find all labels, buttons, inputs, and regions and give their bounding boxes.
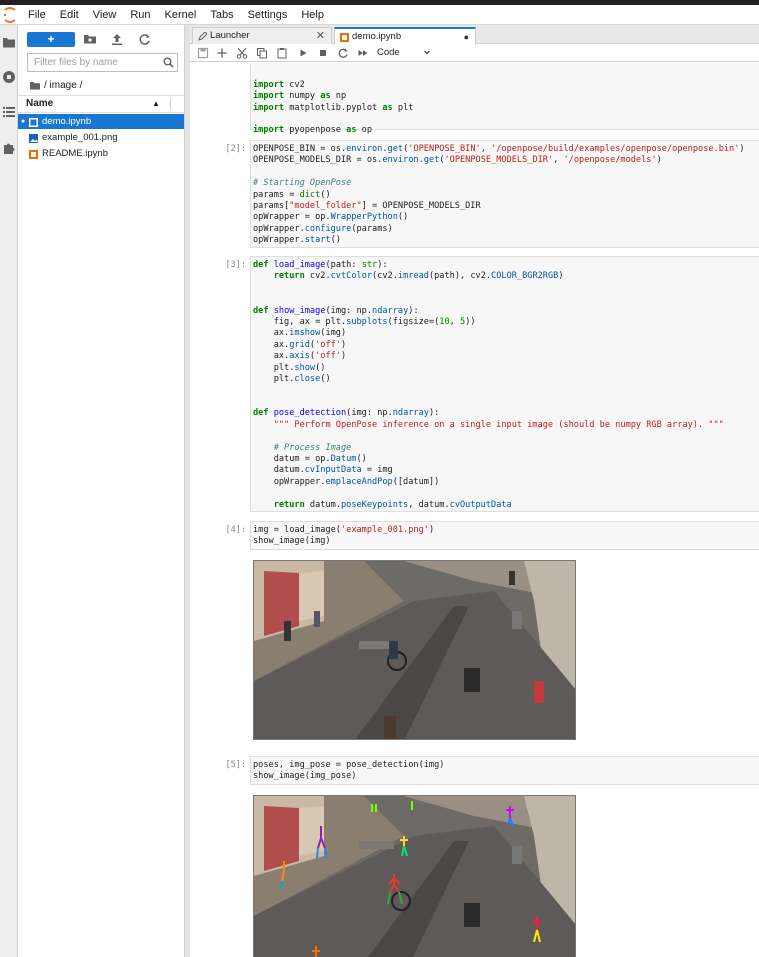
file-row[interactable]: ● demo.ipynb — [18, 114, 184, 129]
restart-icon[interactable] — [337, 47, 349, 59]
search-icon — [163, 57, 174, 68]
tab-launcher[interactable]: Launcher ✕ — [192, 27, 332, 44]
cell-code[interactable]: def load_image(path: str): return cv2.cv… — [251, 257, 759, 514]
code-cell[interactable]: import cv2 import numpy as np import mat… — [250, 63, 759, 135]
menu-help[interactable]: Help — [294, 5, 331, 25]
menu-tabs[interactable]: Tabs — [203, 5, 240, 25]
main-area: Launcher ✕ demo.ipynb ● Code import cv2 … — [190, 25, 759, 957]
running-dot-icon: ● — [21, 118, 26, 125]
jupyter-logo-icon — [2, 6, 18, 24]
notebook-icon — [29, 149, 38, 159]
left-sidebar — [0, 25, 18, 957]
cell-code[interactable]: img = load_image('example_001.png') show… — [251, 522, 759, 551]
cell-type-select[interactable]: Code — [377, 46, 400, 59]
run-icon[interactable] — [297, 47, 309, 59]
toc-icon[interactable] — [2, 105, 16, 119]
paste-icon[interactable] — [276, 47, 288, 59]
menu-view[interactable]: View — [86, 5, 124, 25]
upload-icon[interactable] — [110, 33, 124, 46]
breadcrumb-path[interactable]: / image / — [44, 80, 82, 91]
folder-icon — [30, 81, 40, 89]
sort-arrow-icon: ▲ — [152, 99, 160, 108]
stop-icon[interactable] — [317, 47, 329, 59]
cell-code[interactable]: import cv2 import numpy as np import mat… — [251, 63, 759, 140]
add-cell-icon[interactable] — [216, 47, 228, 59]
new-launcher-button[interactable]: + — [27, 32, 75, 47]
cell-prompt: [5]: — [225, 760, 246, 770]
output-image-pose — [253, 795, 576, 957]
copy-icon[interactable] — [256, 47, 268, 59]
file-browser: + Filter files by name / image / Name ▲ … — [18, 25, 185, 957]
save-icon[interactable] — [197, 47, 209, 59]
code-cell[interactable]: OPENPOSE_BIN = os.environ.get('OPENPOSE_… — [250, 140, 759, 248]
cell-prompt: [4]: — [225, 525, 246, 535]
code-cell[interactable]: img = load_image('example_001.png') show… — [250, 521, 759, 550]
notebook-icon — [29, 117, 38, 127]
menu-run[interactable]: Run — [123, 5, 157, 25]
tab-demo-notebook[interactable]: demo.ipynb ● — [334, 27, 476, 45]
notebook-toolbar: Code — [190, 44, 759, 62]
breadcrumb[interactable]: / image / — [30, 78, 82, 92]
file-filter-input[interactable]: Filter files by name — [27, 53, 178, 72]
close-icon[interactable]: ✕ — [316, 28, 325, 44]
cell-prompt: [3]: — [225, 260, 246, 270]
launcher-icon — [198, 31, 208, 41]
menu-kernel[interactable]: Kernel — [158, 5, 204, 25]
notebook-icon — [340, 32, 349, 42]
file-row[interactable]: example_001.png — [18, 130, 184, 145]
cell-code[interactable]: poses, img_pose = pose_detection(img) sh… — [251, 757, 759, 786]
menu-edit[interactable]: Edit — [53, 5, 86, 25]
unsaved-dot-icon[interactable]: ● — [464, 29, 469, 45]
tab-bar: Launcher ✕ demo.ipynb ● — [190, 25, 759, 45]
fast-forward-icon[interactable] — [357, 47, 369, 59]
column-header-name[interactable]: Name ▲ — [18, 95, 184, 113]
file-name: example_001.png — [42, 132, 118, 143]
menubar: File Edit View Run Kernel Tabs Settings … — [0, 5, 759, 25]
column-header-label: Name — [26, 98, 54, 109]
folder-icon[interactable] — [2, 35, 16, 49]
extension-icon[interactable] — [2, 141, 16, 155]
tab-label: demo.ipynb — [352, 31, 402, 42]
cut-icon[interactable] — [236, 47, 248, 59]
refresh-icon[interactable] — [138, 33, 152, 46]
cell-prompt: [2]: — [225, 144, 246, 154]
tab-label: Launcher — [210, 30, 250, 41]
code-cell[interactable]: def load_image(path: str): return cv2.cv… — [250, 256, 759, 512]
file-row[interactable]: README.ipynb — [18, 146, 184, 161]
notebook-cells: import cv2 import numpy as np import mat… — [190, 63, 759, 957]
cell-code[interactable]: OPENPOSE_BIN = os.environ.get('OPENPOSE_… — [251, 141, 759, 250]
menu-settings[interactable]: Settings — [241, 5, 295, 25]
column-divider — [170, 98, 171, 110]
chevron-down-icon[interactable] — [422, 47, 432, 57]
image-file-icon — [29, 133, 38, 143]
menu-file[interactable]: File — [18, 5, 53, 25]
output-image-street — [253, 560, 576, 740]
file-browser-toolbar: + — [18, 28, 185, 50]
file-name: README.ipynb — [42, 148, 108, 159]
file-name: demo.ipynb — [42, 116, 92, 127]
code-cell[interactable]: poses, img_pose = pose_detection(img) sh… — [250, 756, 759, 785]
running-icon[interactable] — [2, 70, 16, 84]
new-folder-icon[interactable] — [83, 33, 97, 46]
